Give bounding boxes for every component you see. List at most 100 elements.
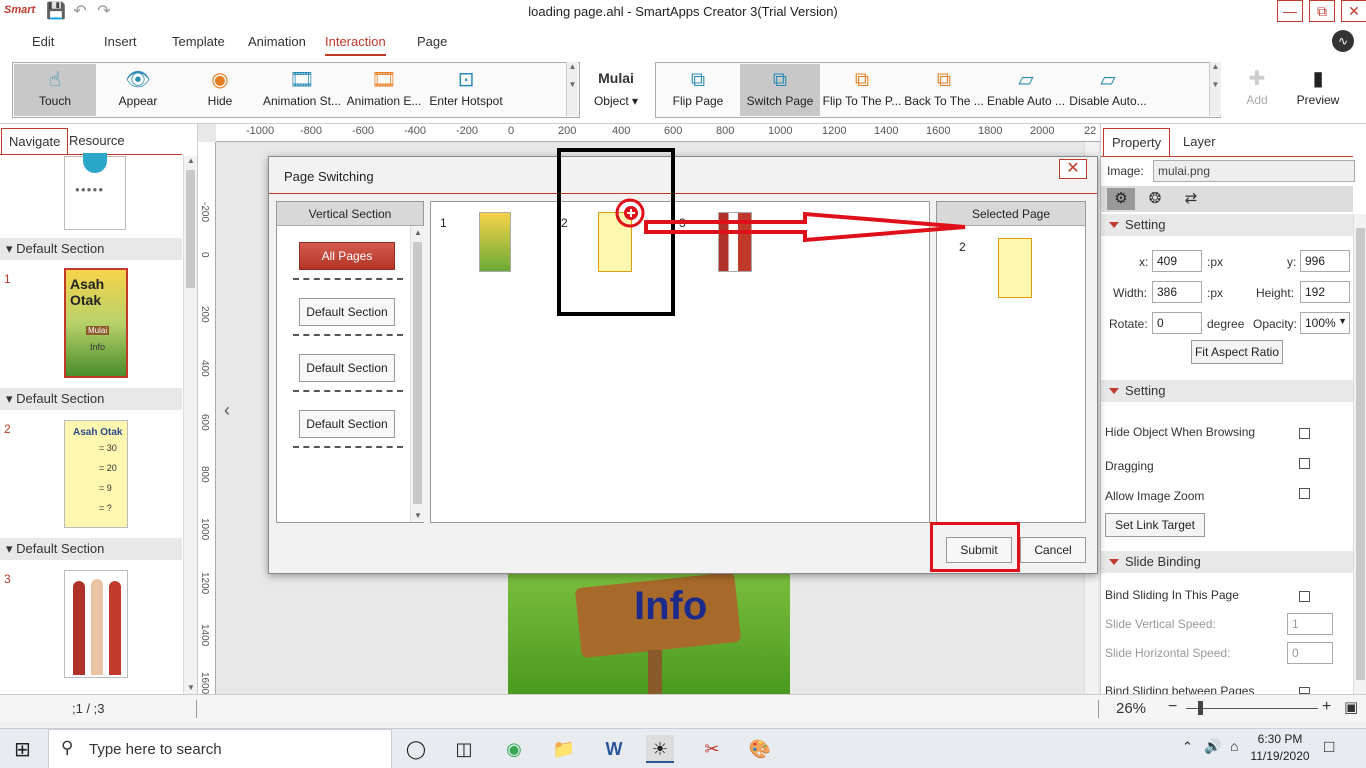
- enter-hotspot-button[interactable]: ⊡ Enter Hotspot: [425, 64, 507, 116]
- action-icon[interactable]: ❂: [1141, 188, 1169, 210]
- page-thumb-1[interactable]: Asah Otak Mulai Info: [64, 268, 128, 378]
- add-button[interactable]: ✚ Add: [1232, 63, 1282, 115]
- zoom-slider-handle[interactable]: [1198, 701, 1203, 715]
- menu-insert[interactable]: Insert: [104, 34, 137, 49]
- ribbon-scroll-1[interactable]: ▲ ▼: [566, 62, 578, 116]
- image-name-field[interactable]: mulai.png: [1153, 160, 1355, 182]
- bind-between-pages-checkbox[interactable]: [1299, 687, 1310, 694]
- zoom-in-icon[interactable]: +: [1322, 698, 1331, 716]
- setting-header-2[interactable]: Setting: [1101, 380, 1353, 402]
- flip-to-page-button[interactable]: ⧉ Flip To The P...: [821, 64, 903, 116]
- taskbar-search[interactable]: ⚲ Type here to search: [48, 729, 392, 768]
- hide-button[interactable]: ◉ Hide: [179, 64, 261, 116]
- rotate-field[interactable]: 0: [1152, 312, 1202, 334]
- animation-start-button[interactable]: 🎞 Animation St...: [261, 64, 343, 116]
- dialog-page-thumb-2[interactable]: [598, 212, 632, 272]
- slide-vertical-speed-field[interactable]: 1: [1287, 613, 1333, 635]
- clock-time[interactable]: 6:30 PM: [1250, 732, 1310, 746]
- opacity-select[interactable]: 100% ▼: [1300, 312, 1350, 334]
- section-header-2[interactable]: ▾ Default Section: [0, 388, 182, 410]
- menu-template[interactable]: Template: [172, 34, 225, 49]
- word-icon[interactable]: W: [600, 735, 628, 763]
- set-link-target-button[interactable]: Set Link Target: [1105, 513, 1205, 537]
- page-thumb-0[interactable]: ●●●●●: [64, 153, 126, 230]
- all-pages-button[interactable]: All Pages: [299, 242, 395, 270]
- chrome-icon[interactable]: ◉: [500, 735, 528, 763]
- dragging-checkbox[interactable]: [1299, 458, 1310, 469]
- swap-icon[interactable]: ⇄: [1177, 188, 1205, 210]
- left-scrollbar[interactable]: ▲ ▼: [183, 156, 197, 694]
- x-field[interactable]: 409: [1152, 250, 1202, 272]
- horizontal-ruler: -1000 -800 -600 -400 -200 0 200 400 600 …: [216, 124, 1100, 142]
- section-scrollbar[interactable]: ▲ ▼: [410, 226, 424, 522]
- y-field[interactable]: 996: [1300, 250, 1350, 272]
- minimize-button[interactable]: —: [1277, 0, 1303, 22]
- gear-icon[interactable]: ⚙: [1107, 188, 1135, 210]
- section-header-3[interactable]: ▾ Default Section: [0, 538, 182, 560]
- page-thumb-2[interactable]: Asah Otak = 30 = 20 = 9 = ?: [64, 420, 128, 528]
- zoom-slider[interactable]: [1186, 708, 1318, 709]
- tab-layer[interactable]: Layer: [1175, 128, 1224, 156]
- object-selector[interactable]: Mulai Object ▾: [588, 68, 644, 120]
- selected-page-thumb[interactable]: [998, 238, 1032, 298]
- touch-button[interactable]: ☝ Touch: [14, 64, 96, 116]
- activity-icon[interactable]: ∿: [1332, 30, 1354, 52]
- menu-animation[interactable]: Animation: [248, 34, 306, 49]
- page-action-group: ⧉ Flip Page ⧉ Switch Page ⧉ Flip To The …: [655, 62, 1221, 118]
- cortana-icon[interactable]: ◯: [402, 735, 430, 763]
- cancel-button[interactable]: Cancel: [1020, 537, 1086, 563]
- allow-zoom-checkbox[interactable]: [1299, 488, 1310, 499]
- switch-page-button[interactable]: ⧉ Switch Page: [740, 64, 820, 116]
- property-scrollbar[interactable]: [1353, 214, 1366, 694]
- width-field[interactable]: 386: [1152, 281, 1202, 303]
- appear-button[interactable]: 👁 Appear: [97, 64, 179, 116]
- slide-horizontal-speed-field[interactable]: 0: [1287, 642, 1333, 664]
- enable-auto-button[interactable]: ▱ Enable Auto ...: [985, 64, 1067, 116]
- hide-object-checkbox[interactable]: [1299, 428, 1310, 439]
- slide-binding-header[interactable]: Slide Binding: [1101, 551, 1353, 573]
- network-icon[interactable]: ⌂: [1230, 738, 1238, 754]
- menu-page[interactable]: Page: [417, 34, 447, 49]
- tab-resource[interactable]: Resource: [62, 128, 132, 154]
- submit-button[interactable]: Submit: [946, 537, 1012, 563]
- restore-button[interactable]: ⧉: [1309, 0, 1335, 22]
- menu-interaction[interactable]: Interaction: [325, 34, 386, 56]
- zoom-out-icon[interactable]: −: [1168, 698, 1177, 716]
- height-field[interactable]: 192: [1300, 281, 1350, 303]
- dialog-page-thumb-3[interactable]: [718, 212, 752, 272]
- close-button[interactable]: ✕: [1341, 0, 1366, 22]
- notification-icon[interactable]: □: [1324, 737, 1334, 757]
- section-button-1[interactable]: Default Section: [299, 298, 395, 326]
- dialog-close-button[interactable]: ✕: [1059, 159, 1087, 179]
- canvas-page-image[interactable]: Info: [508, 570, 790, 694]
- setting-header-1[interactable]: Setting: [1101, 214, 1353, 236]
- fit-aspect-ratio-button[interactable]: Fit Aspect Ratio: [1191, 340, 1283, 364]
- back-to-button[interactable]: ⧉ Back To The ...: [903, 64, 985, 116]
- tab-navigate[interactable]: Navigate: [1, 128, 69, 154]
- menu-edit[interactable]: Edit: [32, 34, 54, 49]
- bind-sliding-checkbox[interactable]: [1299, 591, 1310, 602]
- section-header-1[interactable]: ▾ Default Section: [0, 238, 182, 260]
- tray-chevron-icon[interactable]: ⌃: [1182, 739, 1193, 755]
- canvas-info-text: Info: [634, 584, 708, 628]
- task-view-icon[interactable]: ◫: [450, 735, 478, 763]
- disable-auto-button[interactable]: ▱ Disable Auto...: [1067, 64, 1149, 116]
- smartapps-icon[interactable]: ☀: [646, 735, 674, 763]
- tab-property[interactable]: Property: [1103, 128, 1171, 156]
- section-button-3[interactable]: Default Section: [299, 410, 395, 438]
- windows-start-icon[interactable]: ⊞: [14, 737, 31, 762]
- clock-date[interactable]: 11/19/2020: [1250, 749, 1310, 763]
- fit-screen-icon[interactable]: ▣: [1344, 698, 1358, 716]
- section-button-2[interactable]: Default Section: [299, 354, 395, 382]
- paint-icon[interactable]: 🎨: [746, 735, 774, 763]
- snipping-icon[interactable]: ✂: [698, 735, 726, 763]
- flip-page-button[interactable]: ⧉ Flip Page: [657, 64, 739, 116]
- dialog-page-thumb-1[interactable]: [479, 212, 511, 272]
- volume-icon[interactable]: 🔊: [1204, 738, 1221, 755]
- preview-button[interactable]: ▮ Preview: [1290, 63, 1346, 115]
- prev-page-arrow-icon[interactable]: ‹: [224, 400, 230, 421]
- animation-end-button[interactable]: 🎞 Animation E...: [343, 64, 425, 116]
- page-thumb-3[interactable]: [64, 570, 128, 678]
- file-explorer-icon[interactable]: 📁: [550, 735, 578, 763]
- ribbon-scroll-2[interactable]: ▲ ▼: [1209, 62, 1221, 116]
